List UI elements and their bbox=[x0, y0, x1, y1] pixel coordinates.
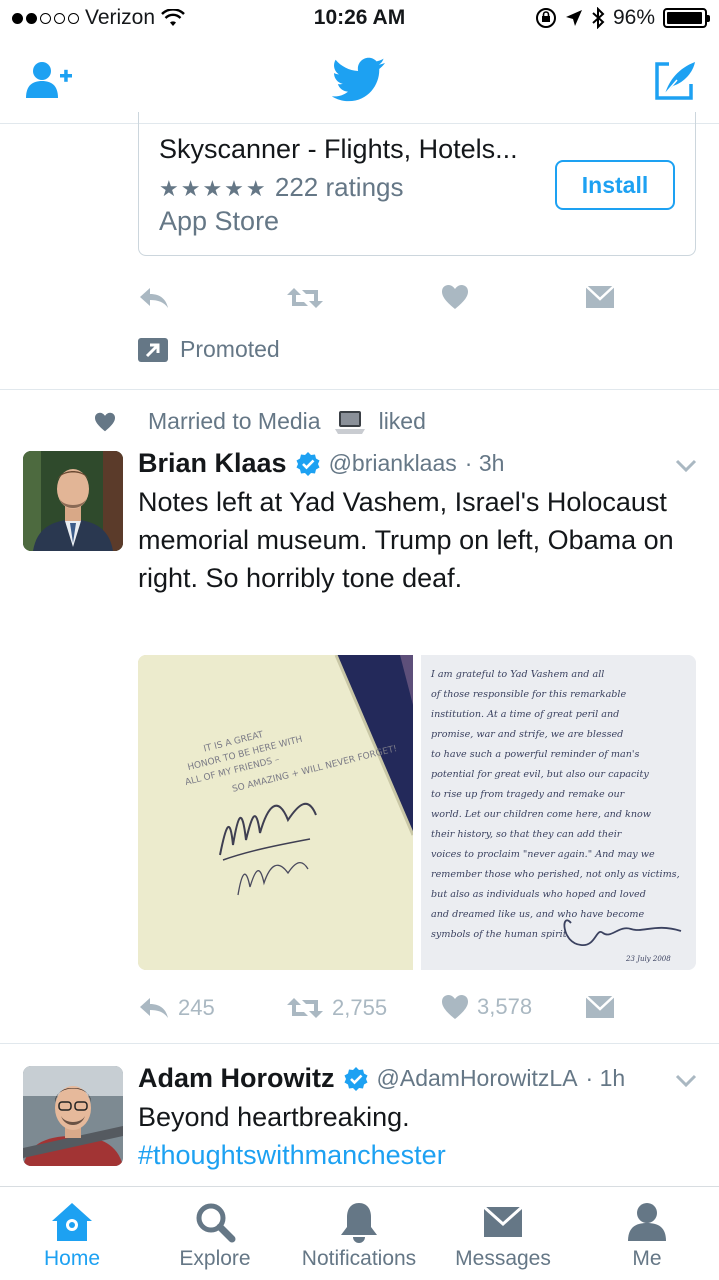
promoted-label: Promoted bbox=[180, 336, 280, 362]
retweet-count: 2,755 bbox=[332, 995, 388, 1020]
svg-text:23 July 2008: 23 July 2008 bbox=[625, 955, 671, 963]
tweet-time: · 3h bbox=[464, 450, 505, 476]
svg-text:but also as individuals who ho: but also as individuals who hoped and lo… bbox=[431, 889, 646, 900]
like-button[interactable]: 3,578 bbox=[441, 994, 532, 1020]
chevron-down-icon[interactable] bbox=[675, 1074, 697, 1088]
tab-notifications[interactable]: Notifications bbox=[292, 1187, 426, 1280]
direct-message-button[interactable] bbox=[585, 285, 615, 309]
svg-text:voices to proclaim "never agai: voices to proclaim "never again." And ma… bbox=[431, 849, 655, 860]
reply-icon bbox=[140, 288, 168, 308]
svg-text:their history, so that they ca: their history, so that they can add thei… bbox=[431, 829, 623, 840]
add-user-icon[interactable] bbox=[24, 60, 74, 100]
media-photo-right[interactable]: I am grateful to Yad Vashem and all of t… bbox=[421, 655, 696, 970]
svg-text:of those responsible for this: of those responsible for this remarkable bbox=[431, 689, 626, 700]
tab-label: Explore bbox=[179, 1247, 251, 1270]
bluetooth-icon bbox=[592, 7, 605, 29]
media-photo-left[interactable]: IT IS A GREAT HONOR TO BE HERE WITH ALL … bbox=[138, 655, 413, 970]
envelope-icon bbox=[482, 1205, 524, 1237]
envelope-icon bbox=[585, 995, 615, 1018]
direct-message-button[interactable] bbox=[585, 995, 615, 1019]
promoted-arrow-icon bbox=[138, 337, 168, 362]
verified-badge-icon bbox=[344, 1066, 368, 1091]
app-rating: ★★★★★ 222 ratings bbox=[159, 172, 404, 203]
retweet-icon bbox=[287, 288, 323, 308]
bottom-tab-bar: Home Explore Notifications Messages Me bbox=[0, 1186, 719, 1280]
social-context: Married to Media liked bbox=[94, 408, 426, 435]
install-button[interactable]: Install bbox=[555, 160, 675, 210]
heart-icon bbox=[442, 285, 468, 309]
avatar[interactable] bbox=[23, 1066, 123, 1166]
app-install-card[interactable]: Skyscanner - Flights, Hotels... ★★★★★ 22… bbox=[138, 112, 696, 256]
app-store-label: App Store bbox=[159, 206, 280, 236]
reply-button[interactable]: 245 bbox=[138, 995, 215, 1021]
timeline-divider bbox=[0, 389, 719, 390]
social-action: liked bbox=[378, 408, 426, 434]
svg-text:institution. At a time of grea: institution. At a time of great peril an… bbox=[431, 709, 619, 720]
svg-text:potential for great evil, but: potential for great evil, but also our c… bbox=[431, 769, 649, 780]
battery-percent: 96% bbox=[612, 6, 655, 29]
tab-label: Me bbox=[632, 1247, 662, 1270]
location-arrow-icon bbox=[565, 10, 582, 26]
hashtag-link[interactable]: #thoughtswithmanchester bbox=[138, 1136, 698, 1174]
tab-me[interactable]: Me bbox=[594, 1187, 700, 1280]
tweet-text: Beyond heartbreaking. #thoughtswithmanch… bbox=[138, 1098, 698, 1174]
retweet-button[interactable]: 2,755 bbox=[286, 995, 387, 1021]
svg-text:to rise up from tragedy and re: to rise up from tragedy and remake our bbox=[431, 789, 626, 800]
retweet-icon bbox=[287, 998, 323, 1018]
svg-text:promise, war and strife, we ar: promise, war and strife, we are blessed bbox=[431, 729, 623, 740]
svg-text:remember those who perished, n: remember those who perished, not only as… bbox=[431, 869, 680, 880]
status-right: 96% bbox=[535, 6, 710, 30]
app-title: Skyscanner - Flights, Hotels... bbox=[159, 134, 518, 164]
tab-messages[interactable]: Messages bbox=[450, 1187, 556, 1280]
heart-icon bbox=[95, 412, 115, 431]
retweet-button[interactable] bbox=[286, 286, 324, 310]
svg-text:world. Let our children come h: world. Let our children come here, and k… bbox=[431, 809, 652, 820]
tab-label: Notifications bbox=[301, 1247, 417, 1270]
status-bar: Verizon 10:26 AM 96% bbox=[0, 0, 719, 40]
avatar[interactable] bbox=[23, 451, 123, 551]
svg-text:symbols of the human spirit.: symbols of the human spirit. bbox=[431, 929, 570, 940]
laptop-emoji-icon bbox=[334, 410, 365, 434]
chevron-down-icon[interactable] bbox=[675, 459, 697, 473]
reply-icon bbox=[140, 998, 168, 1018]
author-handle[interactable]: @brianklaas bbox=[329, 450, 457, 477]
tweet-header: Brian Klaas @brianklaas · 3h bbox=[138, 448, 504, 479]
bell-icon bbox=[341, 1203, 377, 1243]
twitter-bird-icon[interactable] bbox=[332, 56, 386, 104]
author-name[interactable]: Brian Klaas bbox=[138, 448, 287, 479]
tab-label: Messages bbox=[455, 1247, 551, 1270]
promoted-indicator: Promoted bbox=[138, 336, 280, 363]
timeline-divider bbox=[0, 1043, 719, 1044]
tweet-time: · 1h bbox=[585, 1065, 626, 1091]
svg-text:to have such a powerful remind: to have such a powerful reminder of man'… bbox=[431, 749, 640, 760]
tweet-header: Adam Horowitz @AdamHorowitzLA · 1h bbox=[138, 1063, 625, 1094]
tweet-text: Notes left at Yad Vashem, Israel's Holoc… bbox=[138, 487, 674, 593]
tweet-media[interactable]: IT IS A GREAT HONOR TO BE HERE WITH ALL … bbox=[138, 655, 696, 970]
rating-stars-icon: ★★★★★ bbox=[159, 176, 268, 201]
tab-label: Home bbox=[43, 1247, 101, 1270]
author-handle[interactable]: @AdamHorowitzLA bbox=[377, 1065, 578, 1092]
tab-explore[interactable]: Explore bbox=[163, 1187, 267, 1280]
verified-badge-icon bbox=[296, 451, 320, 476]
reply-count: 245 bbox=[178, 995, 215, 1020]
like-count: 3,578 bbox=[477, 994, 533, 1019]
tab-home[interactable]: Home bbox=[20, 1187, 124, 1280]
search-icon bbox=[196, 1203, 236, 1243]
battery-icon bbox=[663, 8, 710, 28]
home-icon bbox=[52, 1203, 92, 1241]
svg-text:and dreamed like us, and who h: and dreamed like us, and who have become bbox=[431, 909, 644, 920]
compose-tweet-icon[interactable] bbox=[653, 58, 697, 102]
author-name[interactable]: Adam Horowitz bbox=[138, 1063, 335, 1094]
heart-icon bbox=[442, 995, 468, 1019]
envelope-icon bbox=[585, 285, 615, 308]
svg-text:I am grateful to Yad Vashem an: I am grateful to Yad Vashem and all bbox=[430, 669, 604, 680]
liker-name[interactable]: Married to Media bbox=[148, 408, 321, 435]
rotation-lock-icon bbox=[535, 8, 556, 28]
tweet-text-line: Beyond heartbreaking. bbox=[138, 1102, 410, 1132]
like-button[interactable] bbox=[441, 284, 469, 310]
ratings-count: 222 ratings bbox=[274, 172, 404, 202]
reply-button[interactable] bbox=[138, 286, 170, 310]
profile-icon bbox=[628, 1203, 666, 1241]
